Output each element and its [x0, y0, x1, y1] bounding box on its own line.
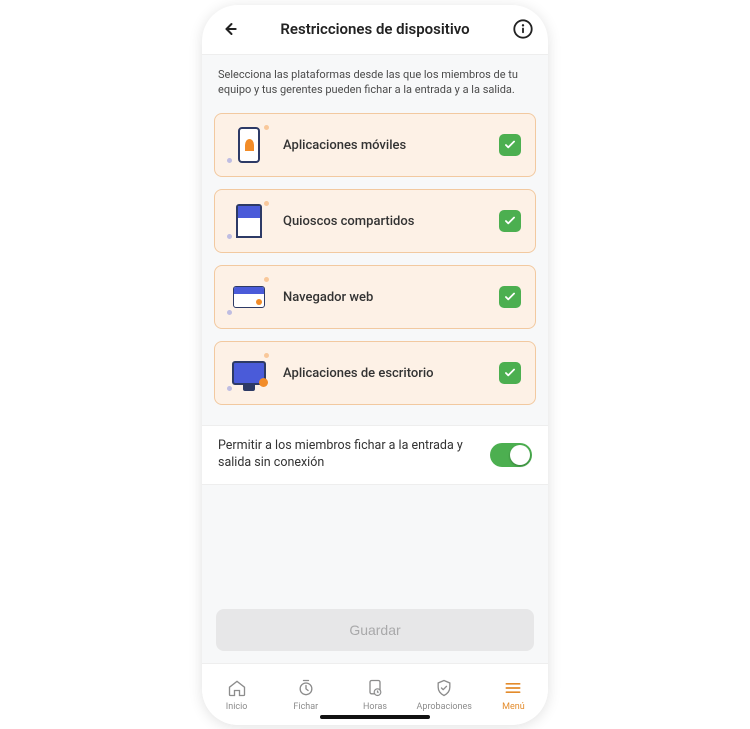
- checkbox-checked[interactable]: [499, 362, 521, 384]
- menu-icon: [502, 677, 524, 699]
- info-button[interactable]: [512, 18, 534, 40]
- option-shared-kiosks[interactable]: Quioscos compartidos: [214, 189, 536, 253]
- clock-icon: [295, 677, 317, 699]
- arrow-left-icon: [219, 19, 239, 39]
- checkbox-checked[interactable]: [499, 286, 521, 308]
- option-mobile-apps[interactable]: Aplicaciones móviles: [214, 113, 536, 177]
- check-icon: [503, 366, 517, 380]
- header: Restricciones de dispositivo: [202, 5, 548, 55]
- content: Selecciona las plataformas desde las que…: [202, 55, 548, 663]
- save-button[interactable]: Guardar: [216, 609, 534, 651]
- option-label: Aplicaciones móviles: [283, 138, 499, 153]
- offline-toggle-row: Permitir a los miembros fichar a la entr…: [202, 425, 548, 485]
- check-icon: [503, 214, 517, 228]
- nav-label: Menú: [502, 702, 525, 712]
- nav-label: Inicio: [226, 702, 248, 712]
- description-text: Selecciona las plataformas desde las que…: [202, 55, 548, 108]
- nav-home[interactable]: Inicio: [202, 664, 271, 725]
- web-browser-icon: [229, 277, 269, 317]
- nav-menu[interactable]: Menú: [479, 664, 548, 725]
- kiosk-icon: [229, 201, 269, 241]
- check-icon: [503, 290, 517, 304]
- spacer: [202, 485, 548, 598]
- home-indicator: [320, 715, 430, 719]
- home-icon: [226, 677, 248, 699]
- info-icon: [512, 18, 534, 40]
- desktop-app-icon: [229, 353, 269, 393]
- offline-toggle-label: Permitir a los miembros fichar a la entr…: [218, 438, 480, 472]
- option-label: Aplicaciones de escritorio: [283, 366, 499, 381]
- back-button[interactable]: [216, 16, 242, 42]
- save-wrap: Guardar: [202, 599, 548, 663]
- option-label: Navegador web: [283, 290, 499, 305]
- nav-label: Fichar: [293, 702, 318, 712]
- offline-toggle-switch[interactable]: [490, 443, 532, 467]
- option-web-browser[interactable]: Navegador web: [214, 265, 536, 329]
- approvals-icon: [433, 677, 455, 699]
- nav-label: Horas: [363, 702, 387, 712]
- option-label: Quioscos compartidos: [283, 214, 499, 229]
- mobile-app-icon: [229, 125, 269, 165]
- phone-frame: Restricciones de dispositivo Selecciona …: [202, 5, 548, 725]
- hours-icon: [364, 677, 386, 699]
- checkbox-checked[interactable]: [499, 134, 521, 156]
- checkbox-checked[interactable]: [499, 210, 521, 232]
- check-icon: [503, 138, 517, 152]
- nav-label: Aprobaciones: [417, 702, 472, 712]
- stage: Restricciones de dispositivo Selecciona …: [0, 0, 750, 729]
- option-desktop-apps[interactable]: Aplicaciones de escritorio: [214, 341, 536, 405]
- page-title: Restricciones de dispositivo: [280, 20, 469, 38]
